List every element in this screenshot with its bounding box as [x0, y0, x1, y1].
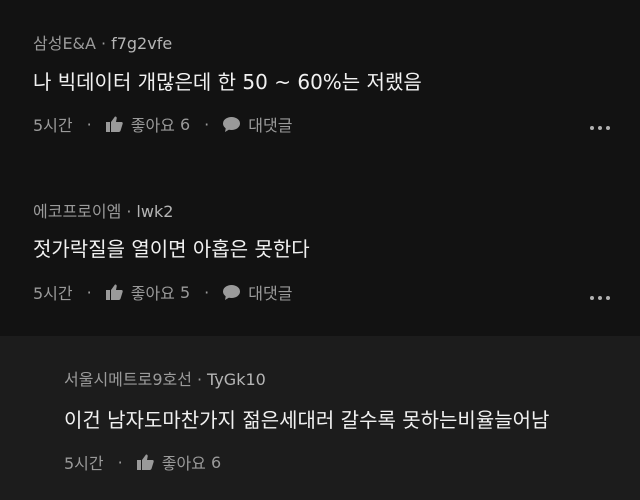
action-separator: · — [204, 282, 210, 302]
reply-button[interactable]: 대댓글 — [223, 280, 292, 304]
thumbs-up-icon — [105, 284, 123, 300]
more-options-icon[interactable] — [590, 126, 610, 130]
reply-label: 대댓글 — [248, 116, 293, 135]
like-count: 6 — [210, 452, 222, 472]
user-id[interactable]: TyGk10 — [207, 370, 266, 389]
comment-text: 젓가락질을 열이면 아홉은 못한다 — [33, 237, 310, 261]
like-button[interactable]: 좋아요 5 — [105, 280, 191, 304]
author-name[interactable]: 삼성E&A — [33, 34, 96, 53]
reply-item: 서울시메트로9호선 · TyGk10 이건 남자도마찬가지 젊은세대러 갈수록 못하… — [0, 336, 640, 500]
comment-time: 5시간 — [33, 116, 73, 135]
like-label: 좋아요 — [130, 284, 175, 303]
more-options-icon[interactable] — [590, 296, 610, 300]
action-separator: · — [204, 114, 210, 134]
reply-time: 5시간 — [64, 454, 104, 473]
action-separator: · — [117, 452, 123, 472]
like-label: 좋아요 — [161, 454, 206, 473]
comment-text: 나 빅데이터 개많은데 한 50 ~ 60%는 저랬음 — [33, 70, 422, 94]
author-name[interactable]: 에코프로이엠 — [33, 202, 121, 221]
like-count: 5 — [179, 282, 191, 302]
comment-item: 삼성E&A · f7g2vfe 나 빅데이터 개많은데 한 50 ~ 60%는 저랬… — [0, 0, 640, 168]
speech-bubble-icon — [223, 116, 241, 132]
reply-actions: 5시간 · 좋아요 6 — [64, 450, 221, 474]
comment-meta: 삼성E&A · f7g2vfe — [33, 30, 172, 54]
like-button[interactable]: 좋아요 6 — [136, 450, 222, 474]
comment-actions: 5시간 · 좋아요 6 · 대댓글 — [33, 112, 292, 136]
like-count: 6 — [179, 114, 191, 134]
like-label: 좋아요 — [130, 116, 175, 135]
meta-separator: · — [100, 34, 107, 53]
reply-text: 이건 남자도마찬가지 젊은세대러 갈수록 못하는비율늘어남 — [64, 408, 550, 432]
meta-separator: · — [196, 370, 203, 389]
comment-time: 5시간 — [33, 284, 73, 303]
reply-meta: 서울시메트로9호선 · TyGk10 — [64, 366, 266, 390]
reply-label: 대댓글 — [248, 284, 293, 303]
comment-meta: 에코프로이엠 · lwk2 — [33, 198, 173, 222]
meta-separator: · — [126, 202, 132, 221]
action-separator: · — [86, 114, 92, 134]
thumbs-up-icon — [105, 116, 123, 132]
comment-actions: 5시간 · 좋아요 5 · 대댓글 — [33, 280, 292, 304]
speech-bubble-icon — [223, 284, 241, 300]
author-name[interactable]: 서울시메트로9호선 — [64, 370, 192, 389]
comment-item: 에코프로이엠 · lwk2 젓가락질을 열이면 아홉은 못한다 5시간 · 좋아요 … — [0, 168, 640, 336]
thumbs-up-icon — [136, 454, 154, 470]
user-id[interactable]: f7g2vfe — [111, 34, 172, 53]
like-button[interactable]: 좋아요 6 — [105, 112, 191, 136]
user-id[interactable]: lwk2 — [136, 202, 173, 221]
action-separator: · — [86, 282, 92, 302]
reply-button[interactable]: 대댓글 — [223, 112, 292, 136]
